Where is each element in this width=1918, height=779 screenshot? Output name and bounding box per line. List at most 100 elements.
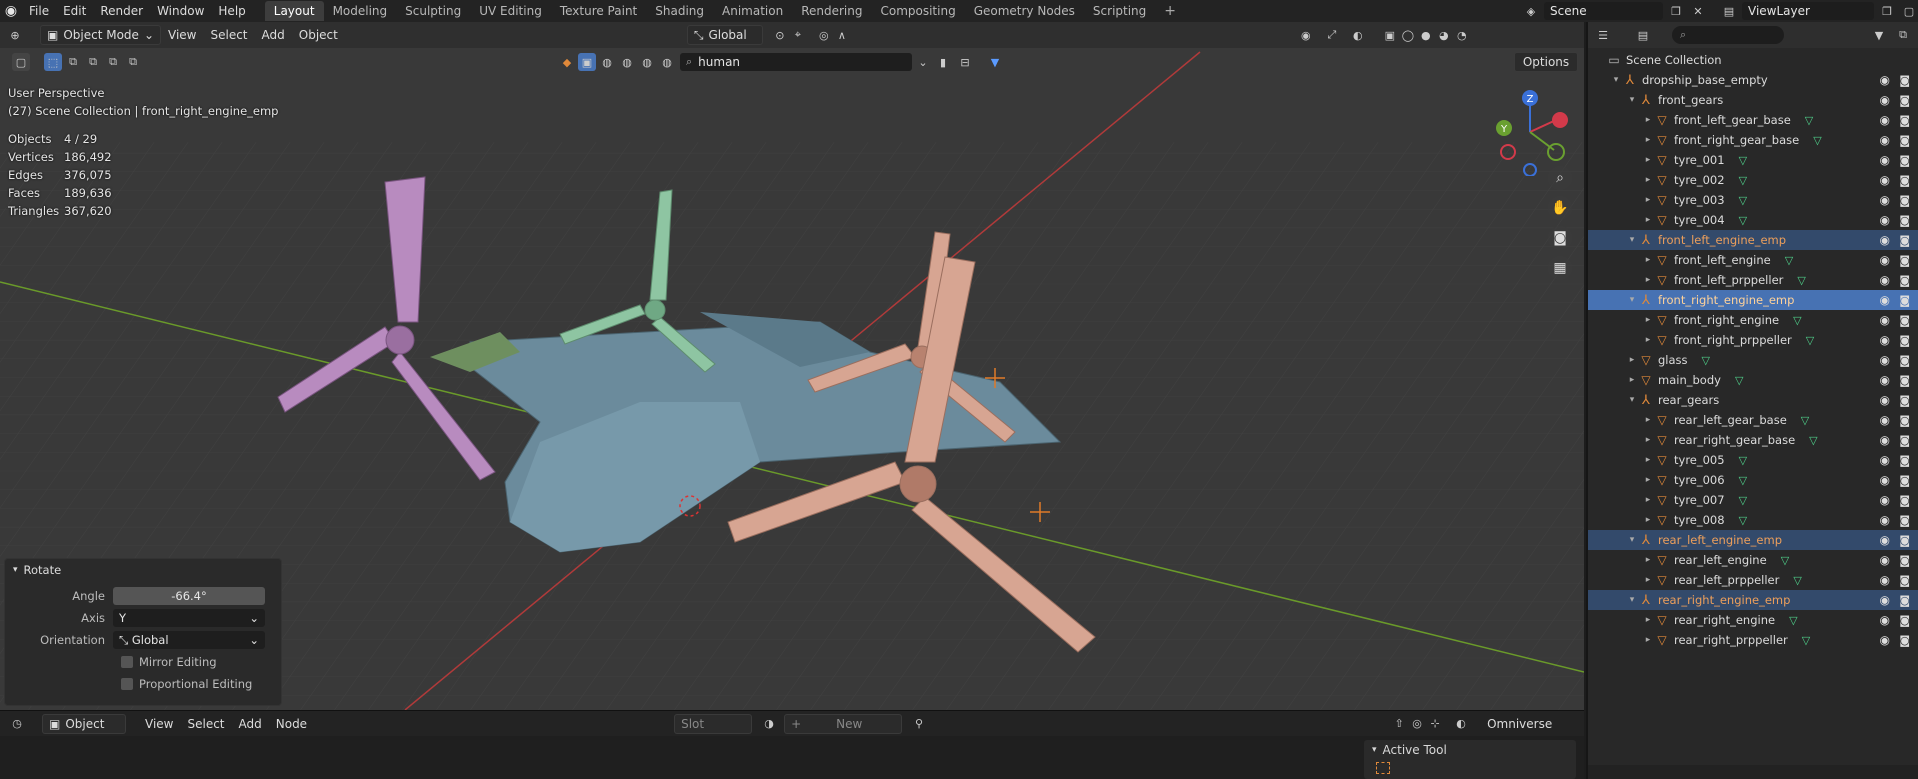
tab-scripting[interactable]: Scripting — [1084, 1, 1155, 21]
shader-menu-view[interactable]: View — [138, 717, 180, 731]
outliner-editor-type-icon[interactable]: ☰ — [1594, 26, 1612, 44]
snap-icon[interactable]: ⌖ — [789, 26, 807, 44]
mesh-data-icon[interactable]: ▽ — [1805, 114, 1813, 127]
xray-icon[interactable]: ▣ — [1381, 26, 1399, 44]
visibility-eye-icon[interactable]: ◉ — [1880, 633, 1890, 647]
pan-hand-icon[interactable]: ✋ — [1548, 196, 1572, 220]
mesh-data-icon[interactable]: ▽ — [1789, 614, 1797, 627]
expand-down-icon[interactable]: ▾ — [1626, 535, 1638, 545]
ortho-grid-icon[interactable]: ▦ — [1548, 256, 1572, 280]
viewport-menu-select[interactable]: Select — [203, 28, 254, 42]
expand-right-icon[interactable]: ▸ — [1642, 615, 1654, 625]
expand-right-icon[interactable]: ▸ — [1642, 195, 1654, 205]
mesh-data-icon[interactable]: ▽ — [1809, 434, 1817, 447]
render-camera-icon[interactable]: ◙ — [1899, 114, 1910, 127]
gizmo-neg-x-icon[interactable] — [1500, 144, 1516, 160]
zoom-icon[interactable]: ⌕ — [1548, 166, 1572, 190]
object-type-filter-icon[interactable]: ◆ — [558, 53, 576, 71]
editor-type-icon[interactable]: ⊕ — [6, 26, 24, 44]
expand-right-icon[interactable]: ▸ — [1642, 175, 1654, 185]
outliner-row[interactable]: ▸ ▽ tyre_005 ▽ ◉ ◙ — [1588, 450, 1918, 470]
outliner-row[interactable]: ▸ ▽ tyre_002 ▽ ◉ ◙ — [1588, 170, 1918, 190]
tab-modeling[interactable]: Modeling — [324, 1, 397, 21]
outliner-row[interactable]: ▸ ▽ front_left_prppeller ▽ ◉ ◙ — [1588, 270, 1918, 290]
render-camera-icon[interactable]: ◙ — [1899, 194, 1910, 207]
tab-animation[interactable]: Animation — [713, 1, 792, 21]
visibility-eye-icon[interactable]: ◉ — [1880, 433, 1890, 447]
render-camera-icon[interactable]: ◙ — [1899, 514, 1910, 527]
falloff-icon[interactable]: ∧ — [833, 26, 851, 44]
tab-sculpting[interactable]: Sculpting — [396, 1, 470, 21]
select-box-mode-icon[interactable]: ⬚ — [44, 53, 62, 71]
mesh-data-icon[interactable]: ▽ — [1785, 254, 1793, 267]
parent-node-icon[interactable]: ⇧ — [1390, 715, 1408, 733]
visibility-eye-icon[interactable]: ◉ — [1880, 253, 1890, 267]
mode-dropdown[interactable]: ▣ Object Mode ⌄ — [40, 25, 161, 45]
mesh-data-icon[interactable]: ▽ — [1739, 194, 1747, 207]
outliner-row[interactable]: ▸ ▽ front_right_gear_base ▽ ◉ ◙ — [1588, 130, 1918, 150]
rotate-panel-header[interactable]: ▾ Rotate — [5, 559, 281, 581]
scene-icon[interactable]: ◈ — [1522, 2, 1540, 20]
select-tool-icon[interactable]: ▢ — [12, 53, 30, 71]
display-mode-icon[interactable]: ▤ — [1634, 26, 1652, 44]
render-camera-icon[interactable]: ◙ — [1899, 154, 1910, 167]
viewport-menu-add[interactable]: Add — [255, 28, 292, 42]
render-camera-icon[interactable]: ◙ — [1899, 74, 1910, 87]
view-layer-icon[interactable]: ▤ — [1720, 2, 1738, 20]
remove-layer-icon[interactable]: ▢ — [1900, 2, 1918, 20]
expand-right-icon[interactable]: ▸ — [1642, 415, 1654, 425]
expand-right-icon[interactable]: ▸ — [1642, 215, 1654, 225]
outliner-row[interactable]: ▸ ▽ tyre_006 ▽ ◉ ◙ — [1588, 470, 1918, 490]
bookmark-icon[interactable]: ▮ — [934, 53, 952, 71]
visibility-eye-icon[interactable]: ◉ — [1880, 293, 1890, 307]
angle-field[interactable]: -66.4° — [113, 587, 265, 605]
visibility-eye-icon[interactable]: ◉ — [1880, 313, 1890, 327]
render-camera-icon[interactable]: ◙ — [1899, 354, 1910, 367]
visibility-eye-icon[interactable]: ◉ — [1880, 473, 1890, 487]
filter-sphere-icon[interactable]: ◍ — [598, 53, 616, 71]
mesh-data-icon[interactable]: ▽ — [1802, 634, 1810, 647]
visibility-eye-icon[interactable]: ◉ — [1880, 413, 1890, 427]
outliner-row[interactable]: ▸ ▽ tyre_007 ▽ ◉ ◙ — [1588, 490, 1918, 510]
slot-dropdown[interactable]: Slot — [674, 713, 753, 734]
render-camera-icon[interactable]: ◙ — [1899, 634, 1910, 647]
menu-window[interactable]: Window — [150, 4, 211, 18]
render-camera-icon[interactable]: ◙ — [1899, 594, 1910, 607]
outliner-row[interactable]: ▸ ▽ main_body ▽ ◉ ◙ — [1588, 370, 1918, 390]
wireframe-shading-icon[interactable]: ◯ — [1399, 26, 1417, 44]
proportional-editing-checkbox[interactable] — [121, 678, 133, 690]
visibility-eye-icon[interactable]: ◉ — [1880, 513, 1890, 527]
options-dropdown[interactable]: Options — [1514, 52, 1578, 72]
render-camera-icon[interactable]: ◙ — [1899, 414, 1910, 427]
add-workspace-button[interactable]: + — [1155, 0, 1185, 22]
mesh-data-icon[interactable]: ▽ — [1813, 134, 1821, 147]
menu-render[interactable]: Render — [93, 4, 150, 18]
mesh-data-icon[interactable]: ▽ — [1739, 454, 1747, 467]
visibility-eye-icon[interactable]: ◉ — [1880, 93, 1890, 107]
mesh-data-icon[interactable]: ▽ — [1702, 354, 1710, 367]
outliner-row[interactable]: ▾ ⅄ dropship_base_empty ◉ ◙ — [1588, 70, 1918, 90]
outliner-row[interactable]: ▾ ⅄ front_right_engine_emp ◉ ◙ — [1588, 290, 1918, 310]
tab-layout[interactable]: Layout — [264, 1, 324, 21]
render-camera-icon[interactable]: ◙ — [1899, 374, 1910, 387]
expand-right-icon[interactable]: ▸ — [1642, 315, 1654, 325]
outliner-row[interactable]: ▾ ⅄ rear_left_engine_emp ◉ ◙ — [1588, 530, 1918, 550]
filter-camera-icon[interactable]: ◍ — [638, 53, 656, 71]
expand-right-icon[interactable]: ▸ — [1626, 375, 1638, 385]
rendered-shading-icon[interactable]: ◔ — [1453, 26, 1471, 44]
render-camera-icon[interactable]: ◙ — [1899, 294, 1910, 307]
shader-editor-type-icon[interactable]: ◷ — [8, 715, 26, 733]
menu-file[interactable]: File — [22, 4, 56, 18]
viewport-menu-view[interactable]: View — [161, 28, 203, 42]
shader-menu-add[interactable]: Add — [232, 717, 269, 731]
material-shading-icon[interactable]: ◕ — [1435, 26, 1453, 44]
expand-right-icon[interactable]: ▸ — [1642, 275, 1654, 285]
render-camera-icon[interactable]: ◙ — [1899, 214, 1910, 227]
tab-compositing[interactable]: Compositing — [871, 1, 964, 21]
render-camera-icon[interactable]: ◙ — [1899, 614, 1910, 627]
search-options-icon[interactable]: ⌄ — [914, 53, 932, 71]
outliner-row[interactable]: ▾ ⅄ front_left_engine_emp ◉ ◙ — [1588, 230, 1918, 250]
outliner-row[interactable]: ▸ ▽ rear_left_prppeller ▽ ◉ ◙ — [1588, 570, 1918, 590]
mesh-data-icon[interactable]: ▽ — [1739, 154, 1747, 167]
solid-shading-icon[interactable]: ● — [1417, 26, 1435, 44]
